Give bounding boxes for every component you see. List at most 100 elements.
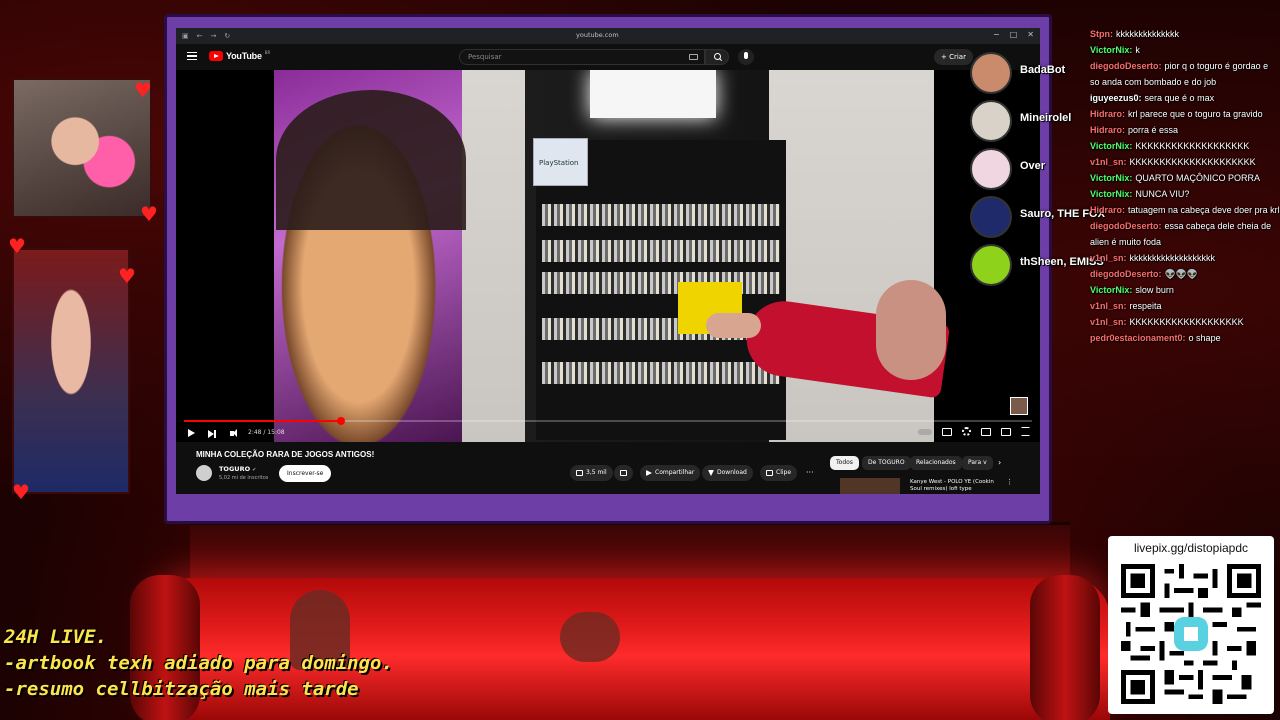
chat-overlay: Stpn: kkkkkkkkkkkkkk VictorNix: k diegodoDes…: [1090, 26, 1280, 346]
webcam-duo: [12, 78, 152, 218]
subscribe-button[interactable]: Inscrever-se: [279, 465, 332, 482]
video-player[interactable]: PlayStation 2:48 / 15:08: [176, 70, 1040, 442]
chat-text: porra é essa: [1128, 125, 1179, 135]
chat-text: KKKKKKKKKKKKKKKKKKK: [1135, 141, 1250, 151]
more-actions-button[interactable]: ···: [800, 465, 820, 481]
chat-message: diegodoDeserto: pior q o toguro é gordao …: [1090, 58, 1280, 90]
chat-username: diegodoDeserto:: [1090, 61, 1162, 71]
chat-username: diegodoDeserto:: [1090, 221, 1162, 231]
search-input[interactable]: Pesquisar: [459, 49, 705, 65]
chat-message: iguyeezus0: sera que é o max: [1090, 90, 1280, 106]
chat-username: v1nl_sn:: [1090, 157, 1127, 167]
clip-label: Clipe: [776, 469, 792, 476]
chat-text: sera que é o max: [1144, 93, 1215, 103]
dislike-button[interactable]: [614, 465, 633, 481]
chat-message: diegodoDeserto: 👽👽👽: [1090, 266, 1280, 282]
notes-line: -artbook texh adiado para domingo.: [4, 652, 393, 674]
autoplay-toggle[interactable]: [918, 428, 932, 435]
chat-username: pedr0estacionament0:: [1090, 333, 1186, 343]
chip-all[interactable]: Todos: [830, 456, 859, 470]
volume-icon[interactable]: [230, 429, 237, 437]
stream-notes: 24H LIVE. -artbook texh adiado para domi…: [4, 624, 393, 702]
chat-message: Hidraro: porra é essa: [1090, 122, 1280, 138]
chat-username: Hidraro:: [1090, 205, 1126, 215]
voice-search-button[interactable]: [738, 49, 754, 65]
reload-icon[interactable]: ↻: [224, 32, 230, 40]
clip-button[interactable]: Clipe: [760, 465, 798, 481]
like-count: 3,5 mil: [586, 469, 607, 476]
figure-art-2: [560, 612, 620, 662]
browser-titlebar: ▣ ← → ↻ youtube.com − □ ✕: [176, 28, 1040, 44]
chat-message: pedr0estacionament0: o shape: [1090, 330, 1280, 346]
download-label: Download: [717, 469, 747, 476]
avatar[interactable]: [196, 465, 212, 481]
search-button[interactable]: [705, 49, 729, 65]
forward-icon[interactable]: →: [211, 32, 217, 40]
recommendation-title[interactable]: Kanye West - POLO YE (Cookin Soul remixe…: [910, 479, 1002, 493]
video-playstation-box: PlayStation: [533, 138, 588, 186]
thumbs-up-icon: [576, 470, 583, 476]
download-button[interactable]: Download: [702, 465, 753, 481]
thumbs-down-icon: [620, 470, 627, 476]
chat-username: v1nl_sn:: [1090, 253, 1127, 263]
chat-text: respeita: [1129, 301, 1162, 311]
chat-username: Hidraro:: [1090, 109, 1126, 119]
youtube-logo[interactable]: YouTube BR: [209, 50, 270, 61]
chat-username: diegodoDeserto:: [1090, 269, 1162, 279]
heart-icon: ♥: [134, 78, 152, 102]
tab-icon[interactable]: ▣: [182, 32, 189, 40]
recommendation-thumbnail[interactable]: [840, 478, 900, 494]
chat-username: Stpn:: [1090, 29, 1113, 39]
download-icon: [708, 470, 714, 476]
chip-for-you[interactable]: Para v: [962, 456, 993, 470]
share-button[interactable]: Compartilhar: [640, 465, 701, 481]
play-icon[interactable]: [188, 429, 195, 437]
chevron-right-icon[interactable]: ›: [998, 458, 1001, 467]
miniplayer-icon[interactable]: [981, 427, 991, 436]
chat-username: Hidraro:: [1090, 125, 1126, 135]
close-icon[interactable]: ✕: [1027, 30, 1034, 39]
minimize-icon[interactable]: −: [993, 30, 1000, 39]
address-bar[interactable]: youtube.com: [576, 31, 619, 39]
recommendation-more-icon[interactable]: ⋮: [1006, 478, 1013, 486]
video-ceiling-light: [590, 70, 716, 118]
qr-code: [1121, 564, 1261, 704]
chip-related[interactable]: Relacionados: [910, 456, 962, 470]
chat-message: Hidraro: krl parece que o toguro ta gravi…: [1090, 106, 1280, 122]
chip-from-channel[interactable]: De TOGURO: [862, 456, 911, 470]
channel-watermark[interactable]: [1010, 397, 1028, 415]
heart-icon: ♥: [140, 202, 158, 226]
chat-message: VictorNix: NUNCA VIU?: [1090, 186, 1280, 202]
menu-icon[interactable]: [187, 52, 197, 60]
subtitles-icon[interactable]: [942, 427, 952, 436]
progress-bar[interactable]: [184, 417, 1032, 425]
player-controls: 2:48 / 15:08: [176, 425, 1040, 442]
subscriber-count: 5,02 mi de inscritos: [219, 475, 269, 481]
create-button[interactable]: + Criar: [934, 49, 973, 65]
back-icon[interactable]: ←: [197, 32, 203, 40]
progress-scrubber[interactable]: [336, 417, 345, 425]
chat-text: KKKKKKKKKKKKKKKKKKKKK: [1129, 157, 1256, 167]
chat-message: VictorNix: slow burn: [1090, 282, 1280, 298]
chat-username: VictorNix:: [1090, 141, 1133, 151]
next-icon[interactable]: [208, 429, 216, 438]
chat-message: v1nl_sn: KKKKKKKKKKKKKKKKKKK: [1090, 314, 1280, 330]
chat-message: Hidraro: tatuagem na cabeça deve doer pra…: [1090, 202, 1280, 218]
keyboard-icon[interactable]: [689, 54, 698, 60]
settings-gear-icon[interactable]: [962, 427, 971, 436]
participant-name: Mineirolel: [1020, 112, 1072, 124]
theater-icon[interactable]: [1001, 427, 1011, 436]
maximize-icon[interactable]: □: [1010, 30, 1018, 39]
avatar: [970, 148, 1012, 190]
like-button[interactable]: 3,5 mil: [570, 465, 613, 481]
livepix-url: livepix.gg/distopiapdc: [1133, 541, 1249, 555]
chat-username: VictorNix:: [1090, 45, 1133, 55]
chat-text: kkkkkkkkkkkkkkkkkkk: [1129, 253, 1216, 263]
heart-icon: ♥: [118, 264, 136, 288]
channel-name[interactable]: TOGURO ✔: [219, 465, 256, 473]
chat-text: krl parece que o toguro ta gravido: [1128, 109, 1263, 119]
share-icon: [646, 470, 652, 476]
heart-icon: ♥: [12, 480, 30, 504]
fullscreen-icon[interactable]: [1021, 427, 1030, 436]
scissors-icon: [766, 470, 773, 476]
